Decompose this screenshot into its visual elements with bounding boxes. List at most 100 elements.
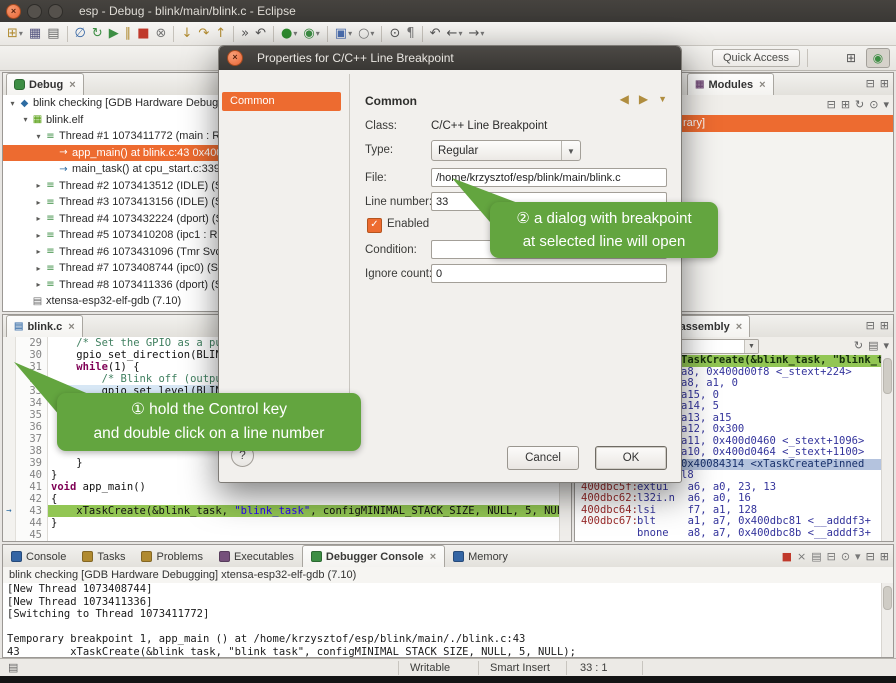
tree-expander-icon[interactable]: ▸ bbox=[33, 214, 44, 223]
disconnect-button[interactable]: ⊗ bbox=[154, 24, 169, 44]
minimize-view-icon[interactable]: ⊟ bbox=[866, 319, 875, 333]
print-button[interactable]: ▤ bbox=[45, 24, 61, 44]
window-maximize-icon[interactable] bbox=[48, 4, 63, 19]
maximize-view-icon[interactable]: ⊞ bbox=[880, 77, 889, 91]
editor-annotation-ruler[interactable] bbox=[3, 337, 16, 349]
code-line[interactable]: 45 bbox=[3, 529, 560, 541]
code-line[interactable]: 44} bbox=[3, 517, 560, 529]
line-number[interactable]: 42 bbox=[16, 493, 48, 505]
instruction-pointer-icon[interactable]: → bbox=[3, 505, 16, 517]
back-button[interactable]: ←▾ bbox=[445, 24, 465, 44]
search-button[interactable]: ⊙ bbox=[387, 24, 402, 44]
code-line[interactable]: 42{ bbox=[3, 493, 560, 505]
new-cpp-project-button[interactable]: ▣▾ bbox=[333, 24, 354, 44]
cancel-button[interactable]: Cancel bbox=[507, 446, 579, 470]
editor-annotation-ruler[interactable] bbox=[3, 457, 16, 469]
debug-perspective-icon[interactable]: ◉ bbox=[866, 48, 890, 68]
quick-access-button[interactable]: Quick Access bbox=[712, 49, 800, 67]
tab-debug[interactable]: Debug × bbox=[6, 73, 84, 95]
tree-expander-icon[interactable]: ▾ bbox=[7, 99, 18, 108]
sync-with-frame-icon[interactable]: ↻ bbox=[854, 339, 863, 353]
editor-annotation-ruler[interactable] bbox=[3, 445, 16, 457]
open-perspective-icon[interactable]: ⊞ bbox=[839, 48, 863, 68]
forward-button[interactable]: →▾ bbox=[466, 24, 486, 44]
debug-button[interactable]: ◉▾ bbox=[301, 24, 321, 44]
tab-blink-c[interactable]: ▤ blink.c × bbox=[6, 315, 83, 337]
tree-expander-icon[interactable]: ▸ bbox=[33, 231, 44, 240]
close-tab-icon[interactable]: × bbox=[69, 79, 75, 91]
line-number[interactable]: 41 bbox=[16, 481, 48, 493]
line-number[interactable]: 38 bbox=[16, 445, 48, 457]
minimize-view-icon[interactable]: ⊟ bbox=[866, 550, 875, 564]
console-tab-memory[interactable]: Memory bbox=[445, 546, 516, 567]
console-tab-console[interactable]: Console bbox=[3, 546, 74, 567]
console-tab-executables[interactable]: Executables bbox=[211, 546, 302, 567]
save-button[interactable]: ▦ bbox=[27, 24, 43, 44]
ok-button[interactable]: OK bbox=[595, 446, 667, 470]
line-number[interactable]: 36 bbox=[16, 421, 48, 433]
close-tab-icon[interactable]: × bbox=[68, 321, 74, 333]
tree-expander-icon[interactable]: ▸ bbox=[33, 198, 44, 207]
editor-annotation-ruler[interactable] bbox=[3, 373, 16, 385]
line-number[interactable]: 37 bbox=[16, 433, 48, 445]
new-wizard-button[interactable]: ⊞▾ bbox=[5, 24, 25, 44]
scroll-lock-icon[interactable]: ⊟ bbox=[827, 550, 836, 564]
line-number[interactable]: 32 bbox=[16, 373, 48, 385]
line-number[interactable]: 43 bbox=[16, 505, 48, 517]
line-number[interactable]: 31 bbox=[16, 361, 48, 373]
tree-expander-icon[interactable]: ▸ bbox=[33, 264, 44, 273]
editor-annotation-ruler[interactable] bbox=[3, 349, 16, 361]
drop-to-frame-button[interactable]: ↶ bbox=[253, 24, 268, 44]
scrollbar-thumb[interactable] bbox=[883, 358, 892, 394]
chevron-down-icon[interactable]: ▼ bbox=[561, 141, 580, 160]
line-number[interactable]: 35 bbox=[16, 409, 48, 421]
disasm-menu-icon[interactable]: ▾ bbox=[883, 339, 889, 353]
resume-button[interactable]: ▶ bbox=[107, 24, 121, 44]
pin-console-icon[interactable]: ⊙ bbox=[841, 550, 850, 564]
last-edit-location-button[interactable]: ↶ bbox=[428, 24, 443, 44]
editor-annotation-ruler[interactable] bbox=[3, 409, 16, 421]
mark-occurrences-button[interactable]: ¶ bbox=[404, 24, 416, 44]
step-return-button[interactable]: ↑ bbox=[213, 24, 228, 44]
dialog-nav-common[interactable]: Common bbox=[222, 92, 341, 111]
chevron-down-icon[interactable]: ▼ bbox=[744, 340, 758, 353]
restart-button[interactable]: ↻ bbox=[90, 24, 105, 44]
tree-expander-icon[interactable]: ▸ bbox=[33, 280, 44, 289]
step-over-button[interactable]: ↷ bbox=[196, 24, 211, 44]
maximize-view-icon[interactable]: ⊞ bbox=[880, 550, 889, 564]
line-number[interactable]: 44 bbox=[16, 517, 48, 529]
run-button[interactable]: ●▾ bbox=[279, 24, 299, 44]
line-number[interactable]: 39 bbox=[16, 457, 48, 469]
remove-console-icon[interactable]: × bbox=[797, 550, 806, 564]
tree-expander-icon[interactable]: ▸ bbox=[33, 247, 44, 256]
view-menu-icon[interactable]: ▾ bbox=[883, 98, 889, 112]
line-number[interactable]: 40 bbox=[16, 469, 48, 481]
line-number[interactable]: 29 bbox=[16, 337, 48, 349]
code-line[interactable]: →43 xTaskCreate(&blink_task, "blink_task… bbox=[3, 505, 560, 517]
expand-all-icon[interactable]: ⊞ bbox=[841, 98, 850, 112]
console-tab-debugger-console[interactable]: Debugger Console× bbox=[302, 545, 445, 567]
console-tab-tasks[interactable]: Tasks bbox=[74, 546, 133, 567]
instruction-stepping-button[interactable]: » bbox=[239, 24, 251, 44]
close-tab-icon[interactable]: × bbox=[430, 551, 436, 563]
editor-annotation-ruler[interactable] bbox=[3, 517, 16, 529]
line-number[interactable]: 34 bbox=[16, 397, 48, 409]
editor-annotation-ruler[interactable] bbox=[3, 469, 16, 481]
console-output[interactable]: [New Thread 1073408744][New Thread 10734… bbox=[3, 583, 882, 657]
close-tab-icon[interactable]: × bbox=[759, 79, 765, 91]
editor-annotation-ruler[interactable] bbox=[3, 361, 16, 373]
editor-annotation-ruler[interactable] bbox=[3, 493, 16, 505]
show-source-icon[interactable]: ▤ bbox=[868, 339, 878, 353]
file-field[interactable] bbox=[431, 168, 667, 187]
tree-expander-icon[interactable]: ▾ bbox=[33, 132, 44, 141]
chevron-down-icon[interactable]: ▼ bbox=[658, 92, 667, 106]
step-into-button[interactable]: ↓ bbox=[179, 24, 194, 44]
refresh-icon[interactable]: ↻ bbox=[855, 98, 864, 112]
close-tab-icon[interactable]: × bbox=[736, 321, 742, 333]
tree-expander-icon[interactable]: ▾ bbox=[20, 115, 31, 124]
skip-all-breakpoints-button[interactable]: ∅ bbox=[73, 24, 88, 44]
editor-annotation-ruler[interactable] bbox=[3, 433, 16, 445]
editor-annotation-ruler[interactable] bbox=[3, 397, 16, 409]
disassembly-row[interactable]: bnone a8, a7, 0x400dbc8b <__adddf3+ bbox=[575, 528, 882, 540]
status-caret-position[interactable]: 33 : 1 bbox=[580, 659, 608, 677]
